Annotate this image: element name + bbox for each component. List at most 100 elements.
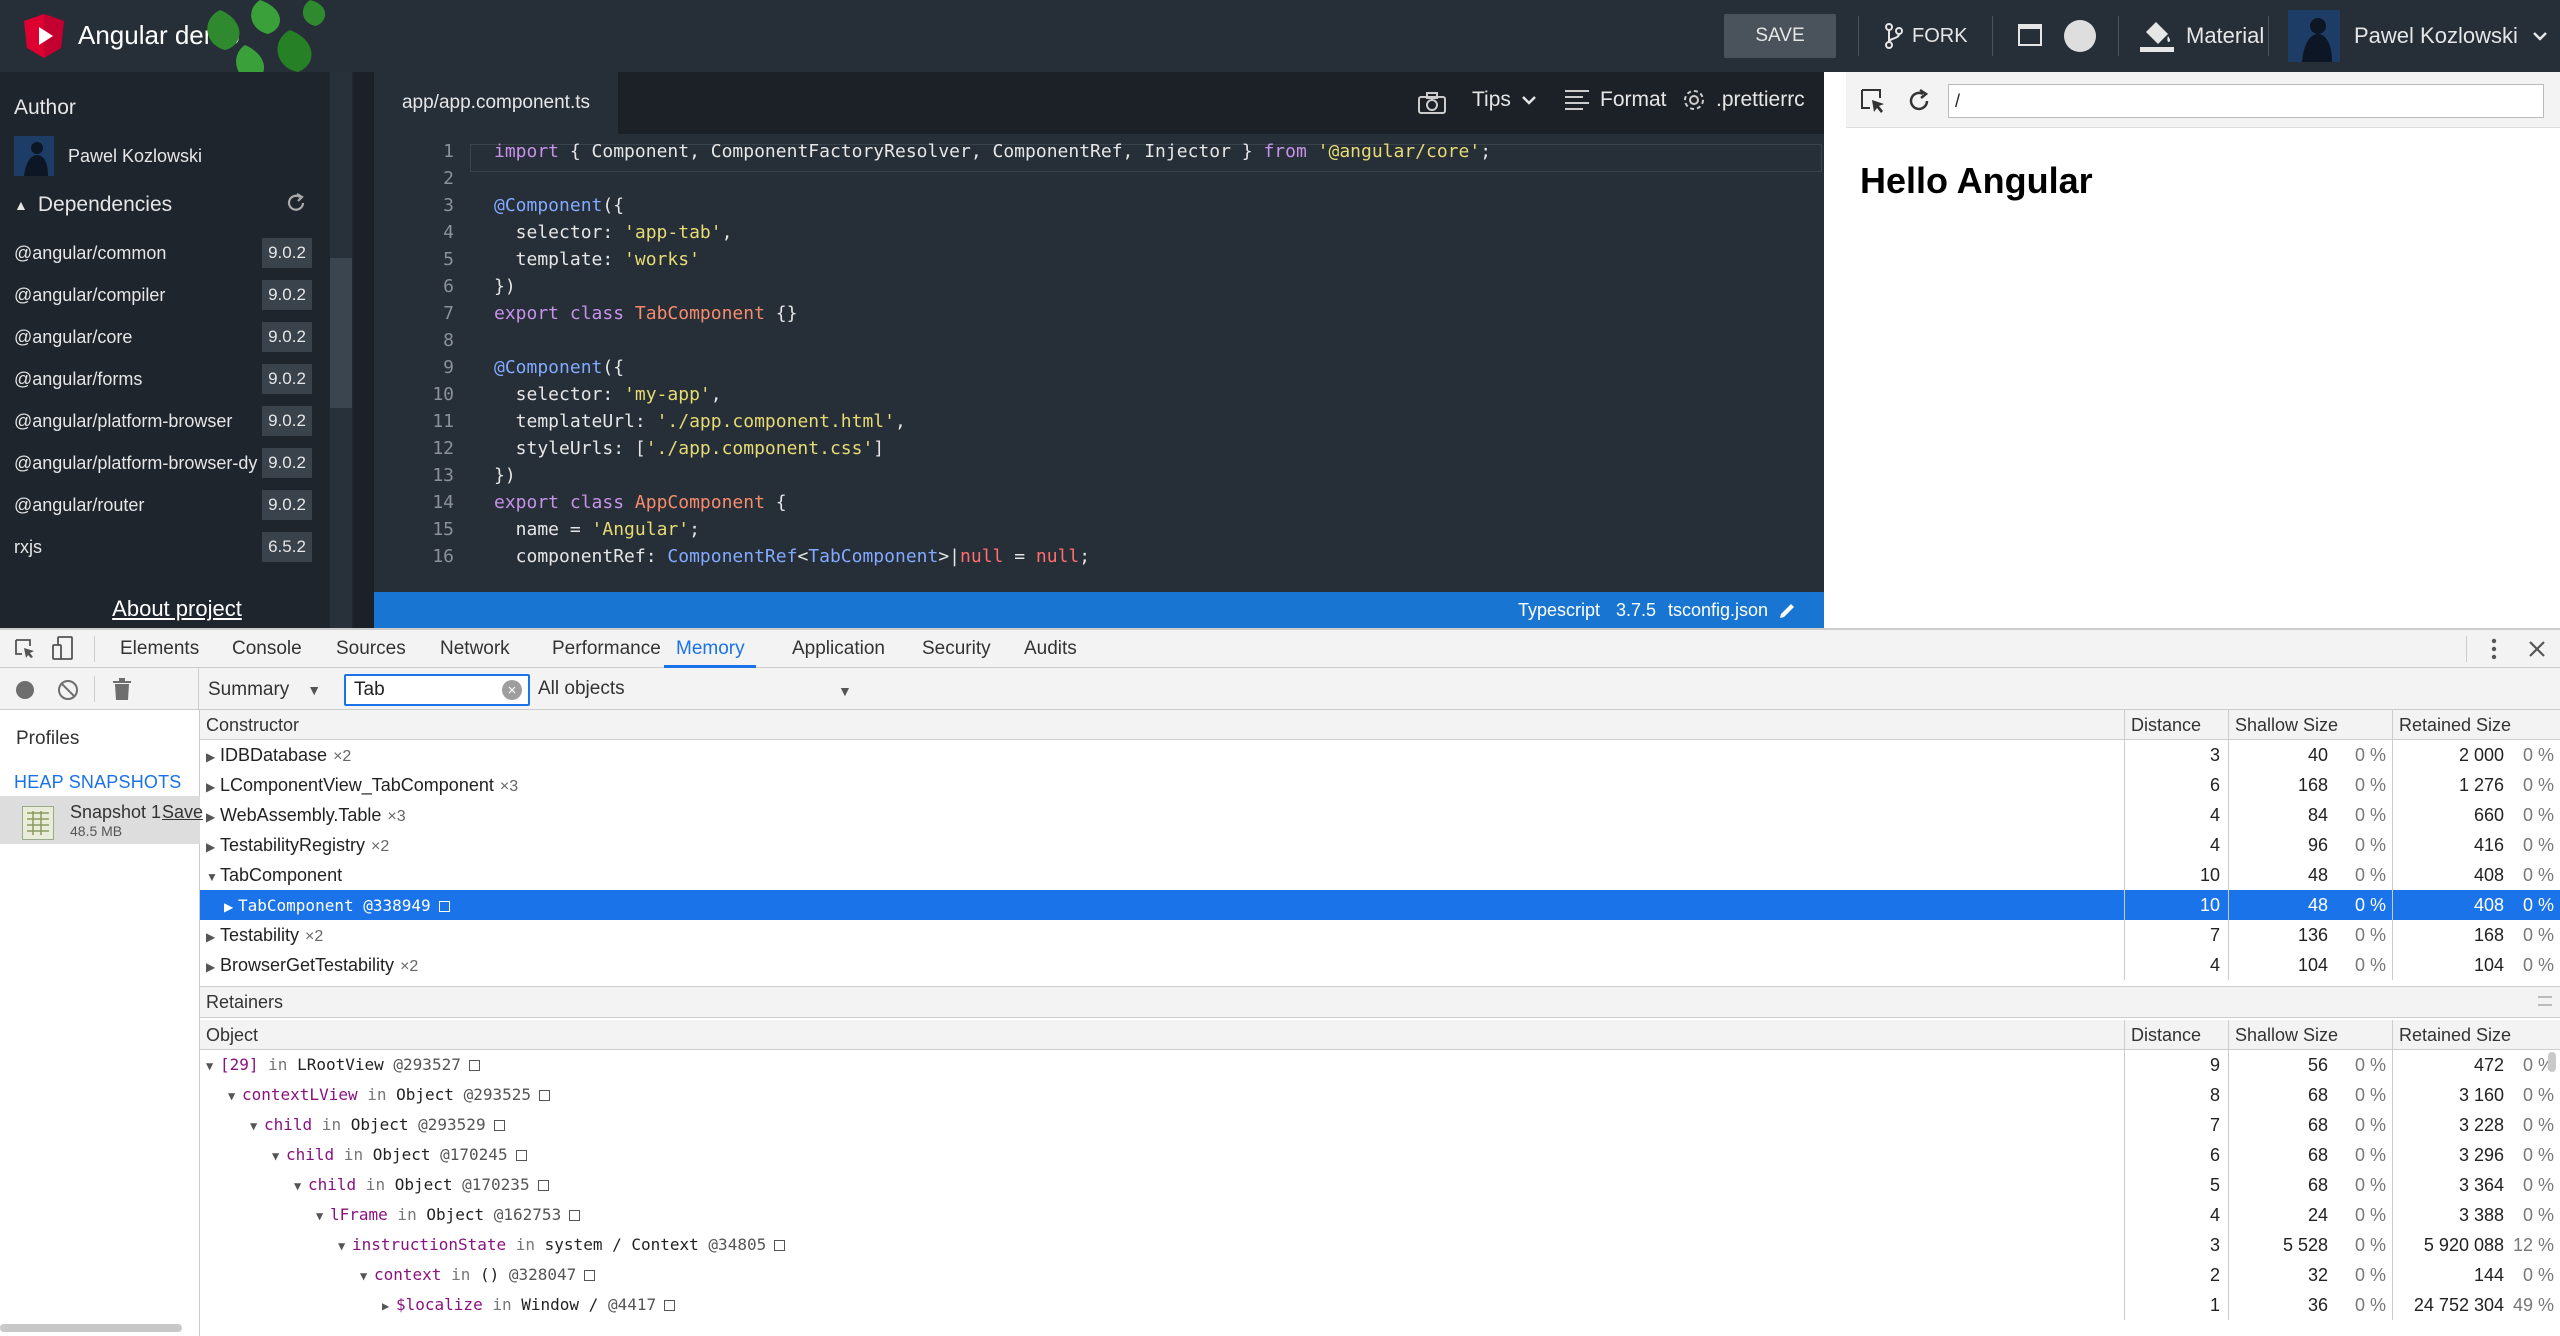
element-picker-icon[interactable] [14,638,36,660]
theme-toggle-button[interactable] [2064,20,2096,52]
clear-profiles-button[interactable] [58,680,78,700]
collapsed-triangle-icon[interactable]: ▶ [206,742,220,772]
devtools-tab-security[interactable]: Security [922,630,991,668]
table-row[interactable]: ▼ child in Object @170235 5 68 0 % 3 364 0 % [200,1170,2560,1200]
dependency-version-badge[interactable]: 9.0.2 [262,280,312,310]
reveal-object-icon[interactable] [515,1150,527,1161]
table-row[interactable]: ▶ WebAssembly.Table ×3 4 84 0 % 660 0 % [200,800,2560,830]
camera-icon[interactable] [1418,92,1446,114]
dependencies-header[interactable]: ▲ Dependencies [14,193,172,217]
table-row[interactable]: ▶ Testability ×2 7 136 0 % 168 0 % [200,920,2560,950]
devtools-tab-audits[interactable]: Audits [1024,630,1077,668]
snapshot-save-link[interactable]: Save [162,802,203,823]
dependency-version-badge[interactable]: 9.0.2 [262,406,312,436]
devtools-tab-performance[interactable]: Performance [552,630,661,668]
distance-column-header[interactable]: Distance [2124,710,2228,740]
collapsed-triangle-icon[interactable]: ▶ [206,922,220,952]
shallow-size-column-header[interactable]: Shallow Size [2228,1020,2392,1050]
object-column-header[interactable]: Object [200,1020,2124,1050]
collapsed-triangle-icon[interactable]: ▶ [206,802,220,832]
reveal-object-icon[interactable] [774,1240,786,1251]
expanded-triangle-icon[interactable]: ▼ [294,1171,308,1201]
collapsed-triangle-icon[interactable]: ▶ [382,1291,396,1321]
retained-size-column-header[interactable]: Retained Size [2392,710,2560,740]
dependency-version-badge[interactable]: 9.0.2 [262,448,312,478]
expanded-triangle-icon[interactable]: ▼ [206,1051,220,1081]
table-row[interactable]: ▶ TabComponent @338949 10 48 0 % 408 0 % [200,890,2560,920]
expanded-triangle-icon[interactable]: ▼ [206,862,220,892]
inspect-element-icon[interactable] [1860,88,1886,114]
devtools-tab-elements[interactable]: Elements [120,630,199,668]
dependency-item[interactable]: @angular/router 9.0.2 [0,484,330,526]
fork-button[interactable]: FORK [1884,18,1968,54]
tips-dropdown[interactable]: Tips [1472,88,1537,112]
table-row[interactable]: ▼ child in Object @170245 6 68 0 % 3 296 0 % [200,1140,2560,1170]
dependency-item[interactable]: @angular/platform-browser 9.0.2 [0,400,330,442]
reveal-object-icon[interactable] [537,1180,549,1191]
about-project-link[interactable]: About project [0,596,354,622]
material-button[interactable]: Material [2140,18,2264,54]
profiles-horizontal-scrollbar[interactable] [0,1324,182,1332]
reveal-object-icon[interactable] [438,900,450,912]
table-row[interactable]: ▼ [29] in LRootView @293527 9 56 0 % 472 0 % [200,1050,2560,1080]
reveal-object-icon[interactable] [539,1090,550,1101]
dropdown-arrow-icon[interactable]: ▼ [838,683,852,699]
code-content[interactable]: import { Component, ComponentFactoryReso… [494,138,1491,570]
devtools-tab-network[interactable]: Network [440,630,510,668]
view-select[interactable]: Summary ▼ [208,678,336,702]
record-heap-snapshot-button[interactable] [16,681,34,699]
dependency-version-badge[interactable]: 9.0.2 [262,238,312,268]
expanded-triangle-icon[interactable]: ▼ [316,1201,330,1231]
user-menu[interactable]: Pawel Kozlowski [2288,8,2548,64]
close-icon[interactable] [2526,638,2548,660]
preview-url-input[interactable] [1948,84,2544,118]
editor-file-tab[interactable]: app/app.component.ts [374,72,618,134]
dependency-item[interactable]: rxjs 6.5.2 [0,526,330,568]
expanded-triangle-icon[interactable]: ▼ [250,1111,264,1141]
snapshot-name[interactable]: Snapshot 1 [70,802,161,823]
objects-filter-select[interactable]: All objects [538,678,854,702]
constructor-column-header[interactable]: Constructor [200,710,2124,740]
table-row[interactable]: ▶ $localize in Window / @4417 1 36 0 % 24 752… [200,1290,2560,1320]
reveal-object-icon[interactable] [664,1300,676,1311]
dependency-version-badge[interactable]: 9.0.2 [262,322,312,352]
table-row[interactable]: ▶ BrowserGetTestability ×2 4 104 0 % 104 0 % [200,950,2560,980]
layout-toggle-icon[interactable] [2018,24,2042,46]
author-name[interactable]: Pawel Kozlowski [68,146,202,167]
dependency-item[interactable]: @angular/platform-browser-dy 9.0.2 [0,442,330,484]
table-row[interactable]: ▼ contextLView in Object @293525 8 68 0 % 3 1… [200,1080,2560,1110]
reveal-object-icon[interactable] [584,1270,596,1281]
dependency-item[interactable]: @angular/forms 9.0.2 [0,358,330,400]
dependency-version-badge[interactable]: 9.0.2 [262,364,312,394]
table-row[interactable]: ▶ LComponentView_TabComponent ×3 6 168 0 % 1 2… [200,770,2560,800]
table-row[interactable]: ▶ IDBDatabase ×2 3 40 0 % 2 000 0 % [200,740,2560,770]
reveal-object-icon[interactable] [569,1210,581,1221]
clear-filter-icon[interactable]: × [502,680,522,700]
save-button[interactable]: SAVE [1724,14,1836,58]
dependency-item[interactable]: @angular/core 9.0.2 [0,316,330,358]
retainers-scrollbar[interactable] [2548,1052,2556,1072]
format-button[interactable]: Format [1564,88,1667,112]
expanded-triangle-icon[interactable]: ▼ [338,1231,352,1261]
table-row[interactable]: ▼ instructionState in system / Context @3… [200,1230,2560,1260]
resize-grip-icon[interactable] [2538,996,2552,1006]
retained-size-column-header[interactable]: Retained Size [2392,1020,2560,1050]
dependency-version-badge[interactable]: 6.5.2 [262,532,312,562]
refresh-icon[interactable] [284,191,308,215]
devtools-tab-console[interactable]: Console [232,630,302,668]
table-row[interactable]: ▼ TabComponent 10 48 0 % 408 0 % [200,860,2560,890]
devtools-tab-application[interactable]: Application [792,630,885,668]
devtools-tab-sources[interactable]: Sources [336,630,406,668]
tsconfig-button[interactable]: tsconfig.json [1668,600,1796,621]
collapsed-triangle-icon[interactable]: ▶ [206,832,220,862]
dependency-item[interactable]: @angular/compiler 9.0.2 [0,274,330,316]
collapsed-triangle-icon[interactable]: ▶ [224,892,238,922]
collapsed-triangle-icon[interactable]: ▶ [206,772,220,802]
table-row[interactable]: ▼ child in Object @293529 7 68 0 % 3 228 0 % [200,1110,2560,1140]
table-row[interactable]: ▶ TestabilityRegistry ×2 4 96 0 % 416 0 % [200,830,2560,860]
dependency-item[interactable]: @angular/common 9.0.2 [0,232,330,274]
more-options-icon[interactable] [2490,636,2498,662]
devtools-tab-memory[interactable]: Memory [676,630,745,668]
table-row[interactable]: ▼ context in () @328047 2 32 0 % 144 0 % [200,1260,2560,1290]
reveal-object-icon[interactable] [493,1120,505,1131]
